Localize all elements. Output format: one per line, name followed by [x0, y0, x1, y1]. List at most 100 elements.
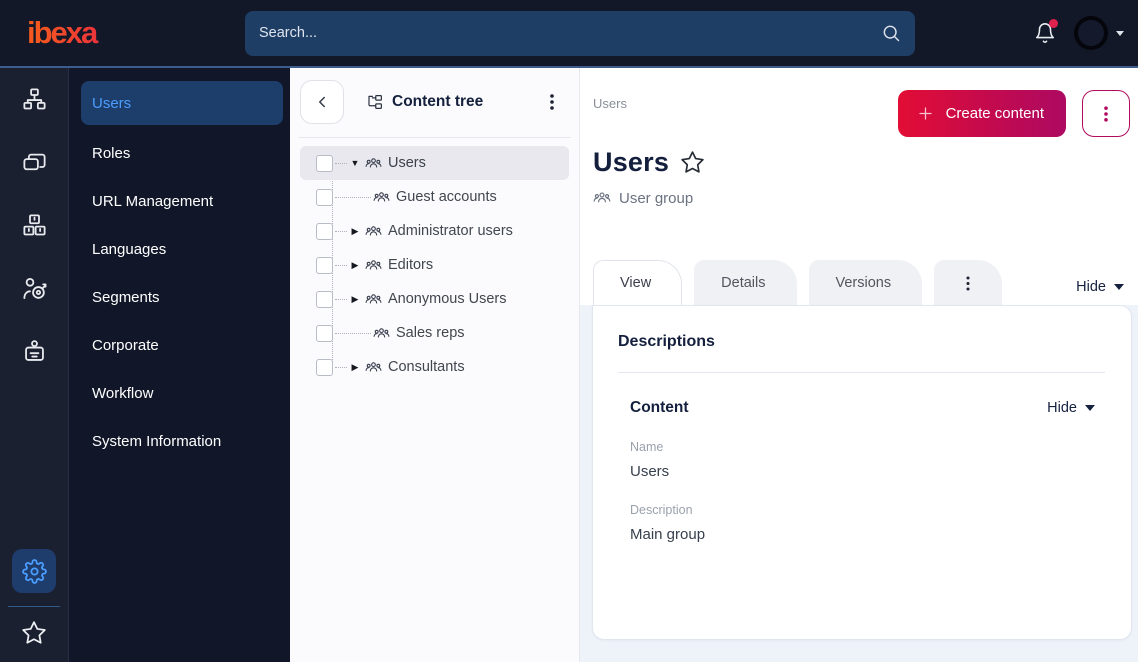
- tree-item-label: Users: [388, 155, 426, 171]
- field-name: Name Users: [630, 440, 1105, 480]
- tab-more-kebab[interactable]: [934, 260, 1003, 305]
- expand-toggle-icon[interactable]: ▶: [347, 226, 363, 237]
- main-content: Users Create content Users User group Vi…: [580, 68, 1138, 662]
- gear-icon: [21, 558, 47, 584]
- chevron-left-icon: [319, 96, 325, 108]
- sitemap-icon[interactable]: [21, 86, 48, 113]
- tree-divider: [298, 137, 571, 138]
- rail-bottom: [8, 549, 60, 646]
- tree-item-label: Anonymous Users: [388, 291, 507, 307]
- sidebar-item-languages[interactable]: Languages: [81, 225, 283, 273]
- topbar-right: [1034, 16, 1124, 50]
- user-group-icon: [365, 293, 382, 304]
- sidebar-item-url-management[interactable]: URL Management: [81, 177, 283, 225]
- sidebar-item-corporate[interactable]: Corporate: [81, 321, 283, 369]
- descriptions-card: Descriptions Content Hide Name Users Des…: [592, 305, 1132, 640]
- search-icon[interactable]: [881, 23, 901, 43]
- tab-versions[interactable]: Versions: [808, 260, 923, 305]
- tabs-row: View Details Versions Hide: [593, 260, 1132, 305]
- user-group-icon: [373, 327, 390, 338]
- products-icon[interactable]: [21, 212, 48, 239]
- content-tree-title: Content tree: [392, 93, 484, 110]
- kebab-icon: [1104, 105, 1108, 122]
- content-tree-icon: [368, 95, 382, 109]
- page-title: Users: [593, 147, 670, 177]
- tree-checkbox[interactable]: [316, 188, 333, 206]
- badge-icon[interactable]: [21, 338, 48, 365]
- user-group-icon: [365, 225, 382, 236]
- tree-item-editors[interactable]: ▶ Editors: [300, 248, 569, 282]
- avatar[interactable]: [1074, 16, 1108, 50]
- tree-item-guest-accounts[interactable]: Guest accounts: [300, 180, 569, 214]
- tree-item-label: Consultants: [388, 359, 465, 375]
- content-tree-list: ▼ Users Guest accounts ▶ Administrator u…: [300, 146, 569, 384]
- personalization-icon[interactable]: [21, 275, 48, 302]
- caret-down-icon: [1114, 284, 1124, 290]
- tab-details[interactable]: Details: [694, 260, 797, 305]
- bookmarks-star-icon[interactable]: [21, 620, 47, 646]
- sidebar-item-roles[interactable]: Roles: [81, 129, 283, 177]
- admin-settings-button-active[interactable]: [12, 549, 56, 593]
- tree-checkbox[interactable]: [316, 358, 333, 376]
- tab-view[interactable]: View: [593, 260, 683, 305]
- content-tree-panel: Content tree ▼ Users Guest accounts ▶ Ad…: [290, 68, 580, 662]
- card-heading: Descriptions: [618, 333, 715, 350]
- collapse-tree-button[interactable]: [300, 80, 344, 124]
- expand-toggle-icon[interactable]: ▼: [347, 158, 363, 168]
- tree-options-kebab-icon[interactable]: [543, 92, 561, 112]
- field-value: Users: [630, 463, 670, 480]
- content-header: Users Create content Users User group Vi…: [580, 68, 1138, 305]
- user-menu-caret-icon[interactable]: [1116, 30, 1124, 36]
- content-section: Content Hide Name Users Description Main…: [618, 373, 1105, 543]
- create-content-button[interactable]: Create content: [897, 90, 1066, 137]
- sidebar-item-workflow[interactable]: Workflow: [81, 369, 283, 417]
- hide-section-toggle[interactable]: Hide: [1047, 400, 1095, 416]
- tree-checkbox[interactable]: [316, 256, 333, 274]
- tree-item-anonymous-users[interactable]: ▶ Anonymous Users: [300, 282, 569, 316]
- tab-content-area: Descriptions Content Hide Name Users Des…: [580, 305, 1138, 662]
- tree-item-label: Editors: [388, 257, 434, 273]
- sidebar-item-segments[interactable]: Segments: [81, 273, 283, 321]
- kebab-icon: [966, 275, 970, 291]
- tree-checkbox[interactable]: [316, 154, 333, 172]
- expand-toggle-icon[interactable]: ▶: [347, 362, 363, 373]
- field-label: Name: [630, 440, 664, 454]
- search-input[interactable]: [259, 25, 881, 41]
- tree-checkbox[interactable]: [316, 324, 333, 342]
- ibexa-logo[interactable]: ibexa: [27, 15, 217, 51]
- expand-toggle-icon[interactable]: ▶: [347, 260, 363, 271]
- bookmark-star-icon[interactable]: [680, 150, 705, 175]
- field-description: Description Main group: [630, 503, 1105, 543]
- tree-item-sales-reps[interactable]: Sales reps: [300, 316, 569, 350]
- user-group-icon: [365, 259, 382, 270]
- content-type-row: User group: [593, 189, 1132, 207]
- tree-item-label: Sales reps: [396, 325, 465, 341]
- plus-icon: [918, 107, 932, 120]
- nav-rail: [0, 68, 69, 662]
- header-actions: Create content: [897, 90, 1132, 137]
- tree-item-consultants[interactable]: ▶ Consultants: [300, 350, 569, 384]
- more-options-button[interactable]: [1082, 90, 1130, 137]
- sidebar-item-system-information[interactable]: System Information: [81, 417, 283, 465]
- notification-dot: [1049, 19, 1058, 28]
- tree-checkbox[interactable]: [316, 290, 333, 308]
- hide-panel-toggle[interactable]: Hide: [1076, 279, 1124, 305]
- tree-item-users[interactable]: ▼ Users: [300, 146, 569, 180]
- sidebar-item-users[interactable]: Users: [81, 81, 283, 125]
- topbar: ibexa: [0, 0, 1138, 68]
- tree-item-administrator-users[interactable]: ▶ Administrator users: [300, 214, 569, 248]
- notifications-button[interactable]: [1034, 19, 1058, 44]
- user-group-icon: [593, 192, 611, 203]
- rail-divider: [8, 606, 60, 607]
- global-search[interactable]: [245, 10, 915, 56]
- tree-checkbox[interactable]: [316, 222, 333, 240]
- ibexa-admin-app: ibexa Search... Users Roles URL Manageme…: [0, 0, 1138, 662]
- tree-item-label: Administrator users: [388, 223, 513, 239]
- pages-icon[interactable]: [21, 149, 48, 176]
- expand-toggle-icon[interactable]: ▶: [347, 294, 363, 305]
- tree-item-label: Guest accounts: [396, 189, 497, 205]
- user-group-icon: [365, 361, 382, 372]
- app-body: Users Roles URL Management Languages Seg…: [0, 68, 1138, 662]
- breadcrumb[interactable]: Users: [593, 96, 627, 111]
- admin-sidebar: Users Roles URL Management Languages Seg…: [69, 68, 290, 662]
